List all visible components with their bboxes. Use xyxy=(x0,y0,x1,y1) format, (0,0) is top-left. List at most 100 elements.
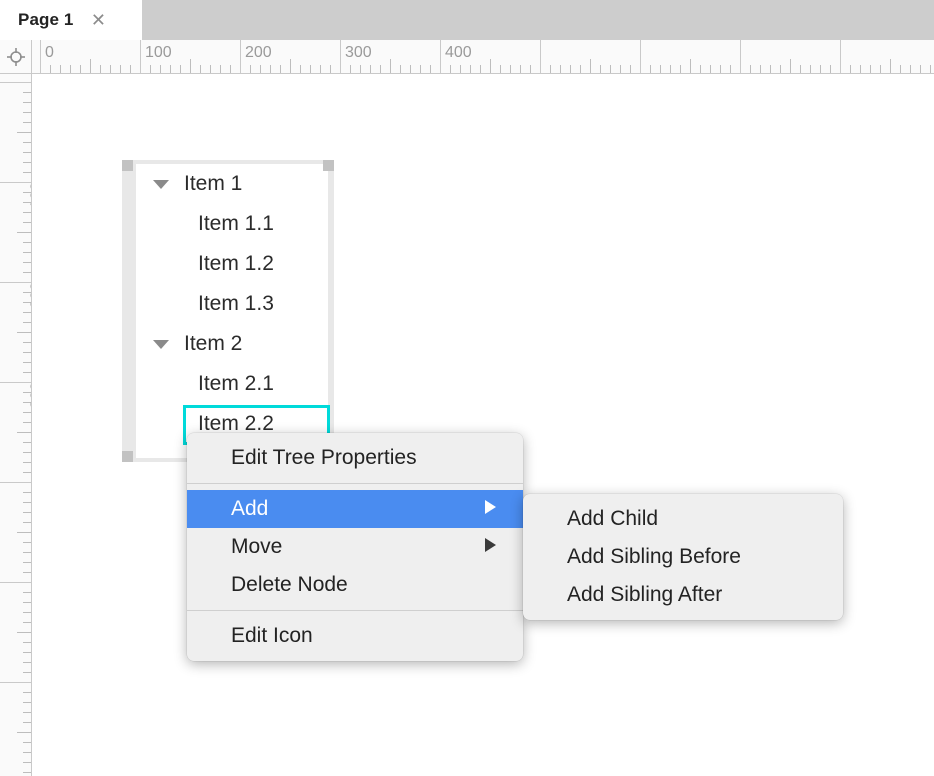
tree-node[interactable]: Item 1.2 xyxy=(136,244,328,284)
app-window: Page 1 ✕ 0100200300400 0100200300 Item 1… xyxy=(0,0,934,776)
ruler-tick xyxy=(420,65,421,73)
ruler-tick xyxy=(17,232,31,233)
ruler-tick xyxy=(590,59,591,73)
add-submenu[interactable]: Add Child Add Sibling Before Add Sibling A… xyxy=(523,494,843,620)
ruler-tick xyxy=(480,65,481,73)
ruler-tick xyxy=(260,65,261,73)
ruler-tick xyxy=(23,762,31,763)
ruler-tick xyxy=(700,65,701,73)
ruler-tick xyxy=(330,65,331,73)
ruler-tick xyxy=(270,65,271,73)
ruler-tick xyxy=(680,65,681,73)
ruler-tick xyxy=(540,40,541,73)
ruler-tick xyxy=(23,352,31,353)
context-menu-item[interactable]: Edit Icon xyxy=(187,617,523,655)
ruler-tick xyxy=(770,65,771,73)
ruler-tick xyxy=(840,40,841,73)
ruler-tick xyxy=(400,65,401,73)
ruler-tick xyxy=(23,742,31,743)
ruler-tick xyxy=(23,702,31,703)
ruler-tick xyxy=(120,65,121,73)
ruler-tick xyxy=(510,65,511,73)
ruler-tick xyxy=(50,65,51,73)
ruler-tick xyxy=(17,732,31,733)
tree-node[interactable]: Item 1.3 xyxy=(136,284,328,324)
ruler-tick xyxy=(23,322,31,323)
ruler-tick xyxy=(530,65,531,73)
ruler-tick xyxy=(570,65,571,73)
ruler-tick xyxy=(160,65,161,73)
resize-handle-top-left[interactable] xyxy=(122,160,133,171)
resize-handle-top-right[interactable] xyxy=(323,160,334,171)
ruler-tick xyxy=(23,672,31,673)
add-submenu-item[interactable]: Add Sibling Before xyxy=(523,538,843,576)
ruler-tick xyxy=(710,65,711,73)
context-menu-item-label: Delete Node xyxy=(231,573,348,597)
ruler-tick xyxy=(730,65,731,73)
ruler-tick xyxy=(23,362,31,363)
ruler-tick xyxy=(23,152,31,153)
chevron-down-icon[interactable] xyxy=(146,178,176,190)
ruler-tick xyxy=(23,462,31,463)
tree-node-label: Item 1 xyxy=(184,172,242,196)
ruler-origin-corner[interactable] xyxy=(0,40,32,74)
resize-handle-bottom-left[interactable] xyxy=(122,451,133,462)
ruler-tick xyxy=(930,65,931,73)
ruler-tick xyxy=(17,532,31,533)
ruler-tick xyxy=(800,65,801,73)
close-icon[interactable]: ✕ xyxy=(89,11,107,29)
context-menu-item[interactable]: Delete Node xyxy=(187,566,523,604)
tree-node[interactable]: Item 2.1 xyxy=(136,364,328,404)
tree-node[interactable]: Item 1 xyxy=(136,164,328,204)
context-menu-item[interactable]: Add xyxy=(187,490,523,528)
ruler-tick xyxy=(320,65,321,73)
ruler-tick xyxy=(23,492,31,493)
ruler-tick xyxy=(390,59,391,73)
context-menu-item-label: Move xyxy=(231,535,282,559)
ruler-tick xyxy=(190,59,191,73)
ruler-tick xyxy=(220,65,221,73)
vertical-ruler[interactable]: 0100200300 xyxy=(0,74,32,776)
ruler-tick xyxy=(23,272,31,273)
ruler-tick xyxy=(23,752,31,753)
ruler-tick xyxy=(470,65,471,73)
ruler-tick xyxy=(70,65,71,73)
tree-node-list[interactable]: Item 1 Item 1.1Item 1.2Item 1.3Item 2Item… xyxy=(136,164,328,458)
add-submenu-item[interactable]: Add Child xyxy=(523,500,843,538)
chevron-down-icon[interactable] xyxy=(146,338,176,350)
ruler-tick xyxy=(23,162,31,163)
ruler-tick xyxy=(880,65,881,73)
add-submenu-item[interactable]: Add Sibling After xyxy=(523,576,843,614)
ruler-tick xyxy=(460,65,461,73)
ruler-tick xyxy=(23,452,31,453)
ruler-tick xyxy=(380,65,381,73)
ruler-label: 0 xyxy=(40,43,54,63)
ruler-tick xyxy=(23,442,31,443)
tree-node[interactable]: Item 1.1 xyxy=(136,204,328,244)
tab-title: Page 1 xyxy=(18,0,73,40)
ruler-tick xyxy=(17,632,31,633)
tab-page-1[interactable]: Page 1 ✕ xyxy=(0,0,142,40)
context-menu[interactable]: Edit Tree Properties Add Move Delete Node Ed… xyxy=(187,433,523,661)
submenu-arrow-icon xyxy=(484,535,497,559)
ruler-label: 200 xyxy=(240,43,272,63)
ruler-tick xyxy=(650,65,651,73)
ruler-tick xyxy=(150,65,151,73)
tree-node[interactable]: Item 2 xyxy=(136,324,328,364)
ruler-tick xyxy=(740,40,741,73)
ruler-tick xyxy=(23,622,31,623)
tree-widget[interactable]: Item 1 Item 1.1Item 1.2Item 1.3Item 2Item… xyxy=(122,160,334,462)
horizontal-ruler[interactable]: 0100200300400 xyxy=(32,40,934,74)
ruler-tick xyxy=(23,372,31,373)
add-submenu-item-label: Add Sibling Before xyxy=(567,545,741,569)
ruler-tick xyxy=(550,65,551,73)
ruler-tick xyxy=(640,40,641,73)
context-menu-item[interactable]: Move xyxy=(187,528,523,566)
ruler-tick xyxy=(23,662,31,663)
ruler-tick xyxy=(450,65,451,73)
ruler-tick xyxy=(23,222,31,223)
ruler-tick xyxy=(23,712,31,713)
ruler-label: 300 xyxy=(340,43,372,63)
design-canvas[interactable]: Item 1 Item 1.1Item 1.2Item 1.3Item 2Item… xyxy=(33,75,934,776)
context-menu-item[interactable]: Edit Tree Properties xyxy=(187,439,523,477)
